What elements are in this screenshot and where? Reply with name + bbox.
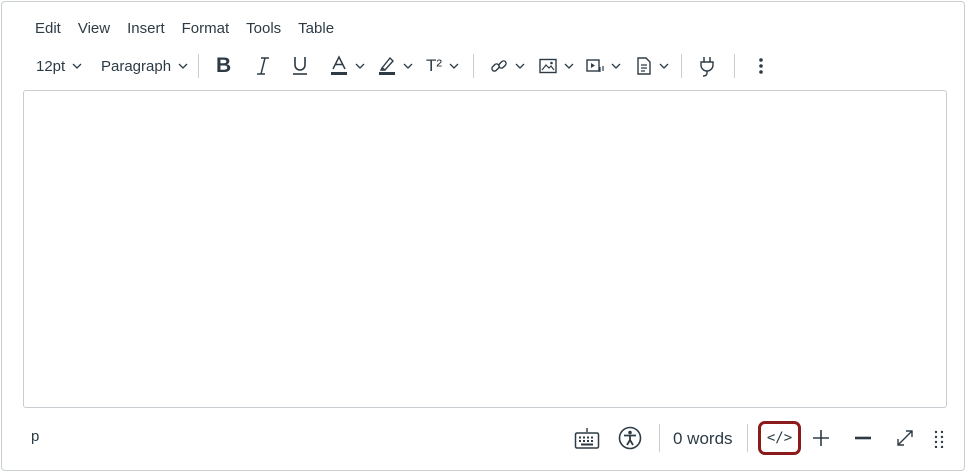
- highlighter-icon: [379, 56, 395, 75]
- more-options-button[interactable]: [754, 50, 768, 82]
- chevron-down-icon: [355, 63, 365, 69]
- chevron-down-icon: [659, 63, 669, 69]
- zoom-out-icon[interactable]: [853, 428, 873, 448]
- font-size-dropdown[interactable]: 12pt: [36, 50, 83, 82]
- chevron-down-icon: [564, 63, 574, 69]
- bold-icon: B: [216, 54, 232, 77]
- status-divider: [747, 424, 748, 452]
- document-icon: [637, 57, 651, 75]
- status-bar: p 0 words </>: [2, 420, 966, 460]
- chevron-down-icon: [403, 63, 413, 69]
- block-format-value: Paragraph: [101, 57, 172, 75]
- chevron-down-icon: [72, 63, 82, 69]
- accessibility-checker-icon[interactable]: [618, 426, 642, 450]
- toolbar-divider: [473, 54, 474, 78]
- chevron-down-icon: [178, 63, 188, 69]
- media-button[interactable]: [586, 50, 622, 82]
- highlight-color-button[interactable]: [378, 50, 414, 82]
- zoom-in-icon[interactable]: [811, 428, 831, 448]
- bold-button[interactable]: B: [216, 50, 231, 82]
- text-color-icon: [331, 55, 347, 75]
- html-editor-button[interactable]: </>: [758, 421, 801, 455]
- element-path[interactable]: p: [31, 428, 39, 445]
- toolbar-divider: [198, 54, 199, 78]
- superscript-button[interactable]: T²: [426, 50, 460, 82]
- menu-table[interactable]: Table: [298, 19, 334, 39]
- image-icon: [539, 58, 557, 74]
- link-icon: [491, 60, 507, 72]
- font-size-value: 12pt: [36, 57, 66, 75]
- chevron-down-icon: [611, 63, 621, 69]
- status-divider: [659, 424, 660, 452]
- more-vertical-icon: [759, 58, 763, 74]
- code-icon: </>: [766, 430, 793, 446]
- media-icon: [586, 59, 604, 72]
- word-count[interactable]: 0 words: [673, 429, 733, 449]
- menu-format[interactable]: Format: [182, 19, 230, 39]
- chevron-down-icon: [515, 63, 525, 69]
- text-color-button[interactable]: [330, 50, 366, 82]
- underline-icon: [293, 57, 307, 75]
- underline-button[interactable]: [291, 50, 309, 82]
- menu-insert[interactable]: Insert: [127, 19, 165, 39]
- toolbar-divider: [734, 54, 735, 78]
- italic-button[interactable]: [254, 50, 272, 82]
- toolbar-divider: [681, 54, 682, 78]
- menu-bar: Edit View Insert Format Tools Table: [35, 19, 351, 39]
- apps-button[interactable]: [698, 50, 716, 82]
- chevron-down-icon: [449, 63, 459, 69]
- superscript-icon: T²: [426, 56, 443, 75]
- italic-icon: [257, 57, 269, 75]
- menu-tools[interactable]: Tools: [246, 19, 281, 39]
- menu-view[interactable]: View: [78, 19, 110, 39]
- document-button[interactable]: [636, 50, 670, 82]
- toolbar: 12pt Paragraph B T²: [2, 50, 966, 82]
- resize-handle-icon[interactable]: [934, 430, 944, 448]
- menu-edit[interactable]: Edit: [35, 19, 61, 39]
- link-button[interactable]: [490, 50, 526, 82]
- plug-icon: [700, 57, 714, 77]
- image-button[interactable]: [539, 50, 575, 82]
- block-format-dropdown[interactable]: Paragraph: [101, 50, 189, 82]
- rich-content-editor: Edit View Insert Format Tools Table 12pt…: [1, 1, 965, 471]
- fullscreen-icon[interactable]: [895, 428, 915, 448]
- editor-content-area[interactable]: [23, 90, 947, 408]
- keyboard-icon[interactable]: [574, 427, 600, 451]
